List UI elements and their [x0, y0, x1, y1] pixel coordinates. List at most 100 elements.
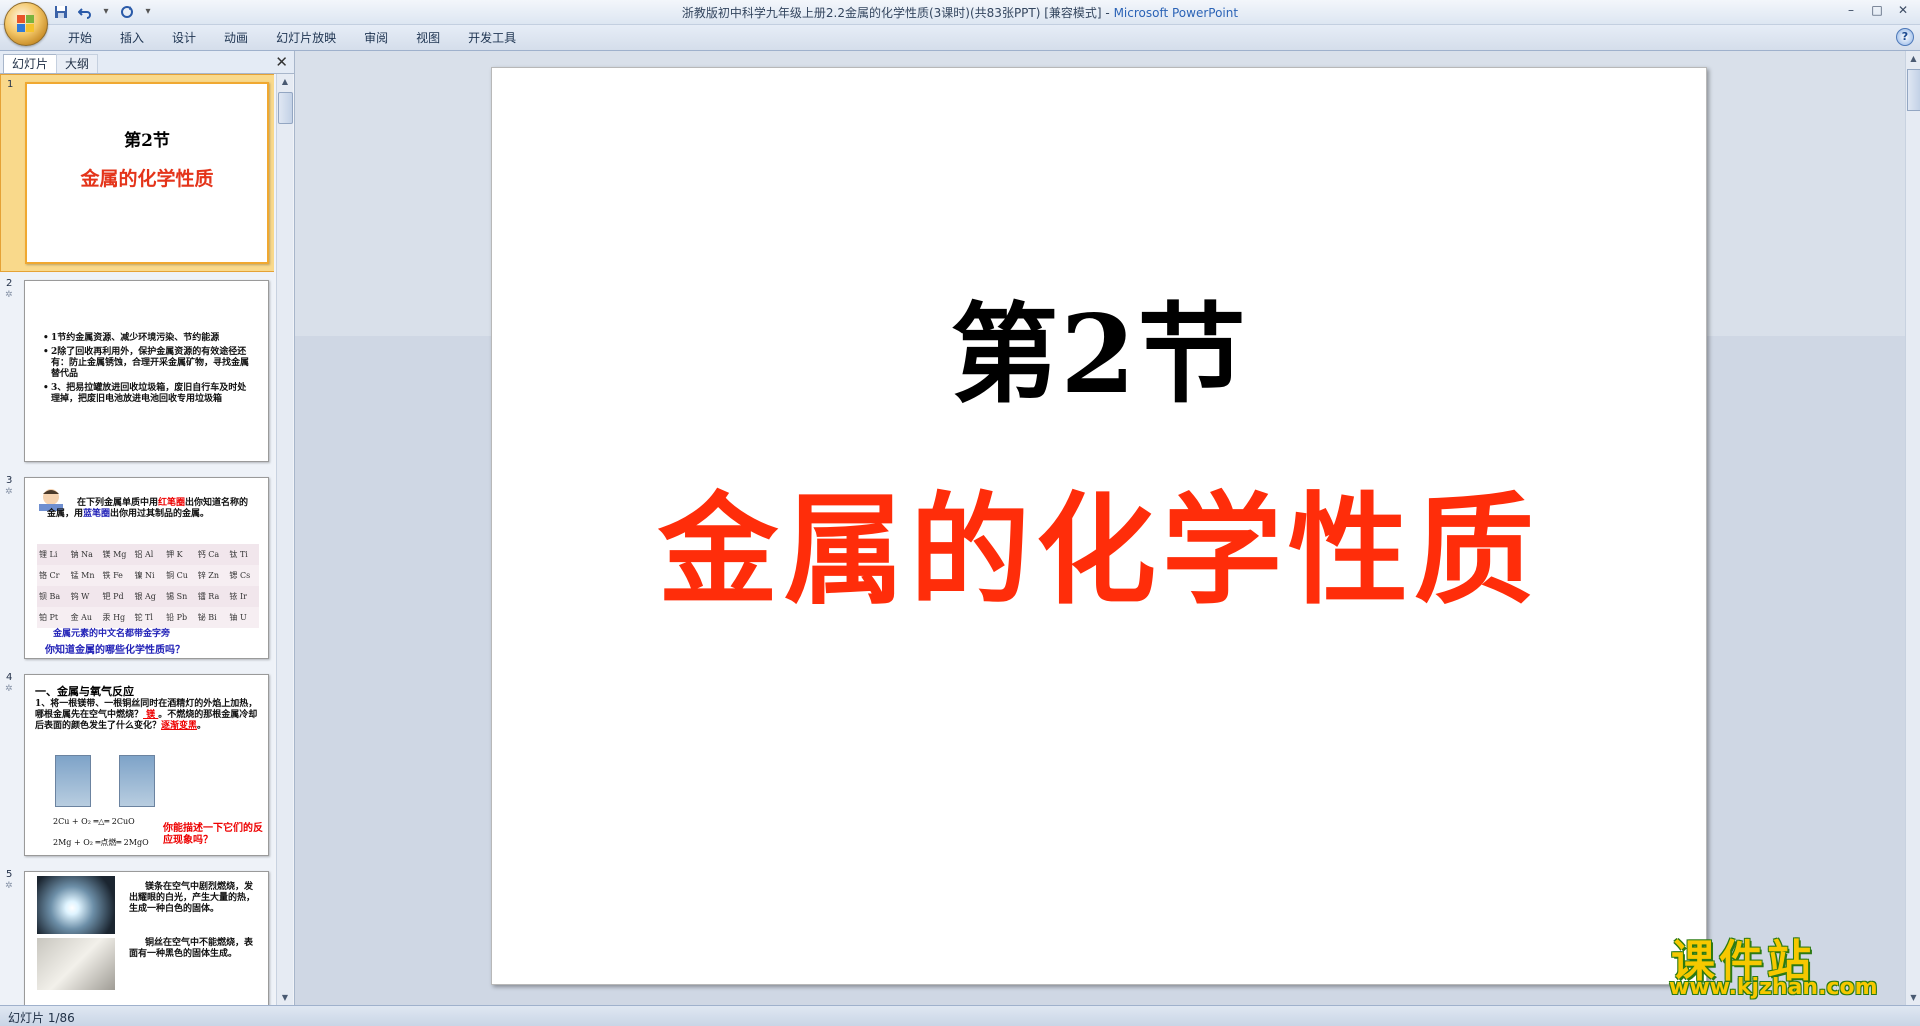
tab-slides[interactable]: 幻灯片: [3, 54, 58, 73]
app-name: Microsoft PowerPoint: [1113, 6, 1239, 20]
tab-developer[interactable]: 开发工具: [454, 29, 530, 47]
slide-thumbnail-1[interactable]: 1 第2节 金属的化学性质: [0, 74, 274, 272]
grid-cell: 锰 Mn: [68, 565, 101, 586]
tab-animations[interactable]: 动画: [210, 29, 262, 47]
office-logo-icon: [17, 15, 35, 33]
scroll-thumb[interactable]: [278, 92, 293, 124]
equation: 2Cu + O₂ ═△═ 2CuO: [53, 817, 135, 826]
grid-row: 锂 Li 钠 Na 镁 Mg 铝 Al 钾 K钙 Ca 钛 Ti: [37, 544, 259, 565]
thumb-text: 铜丝在空气中不能燃烧，表面有一种黑色的固体生成。: [129, 938, 254, 959]
thumb-bullet: 1节约金属资源、减少环境污染、节约能源: [43, 333, 254, 344]
thumb-heading: 一、金属与氧气反应: [35, 685, 134, 698]
grid-cell: 铝 Al: [132, 544, 165, 565]
slide-editor: 第2节 金属的化学性质: [295, 51, 1905, 1005]
grid-cell: 钛 Ti: [227, 544, 259, 565]
grid-cell: 钨 W: [68, 586, 101, 607]
title-bar: ▾ ▾ 浙教版初中科学九年级上册2.2金属的化学性质(3课时)(共83张PPT)…: [0, 0, 1920, 25]
intro-part: 出你用过其制品的金属。: [110, 509, 210, 519]
editor-scrollbar[interactable]: ▲ ▼: [1905, 51, 1920, 1005]
grid-cell: 铊 Tl: [132, 607, 165, 628]
minimize-button[interactable]: –: [1838, 0, 1864, 20]
close-button[interactable]: ✕: [1890, 0, 1916, 20]
experiment-photo: [119, 755, 155, 807]
question-text: 。: [197, 721, 207, 731]
grid-cell: 镁 Mg: [100, 544, 133, 565]
thumbnail-canvas: 镁条在空气中剧烈燃烧，发出耀眼的白光，产生大量的热，生成一种白色的固体。 铜丝在…: [24, 871, 269, 1005]
grid-cell: 钠 Na: [68, 544, 101, 565]
metal-grid: 锂 Li 钠 Na 镁 Mg 铝 Al 钾 K钙 Ca 钛 Ti 铬 Cr 锰 Mn 铁 Fe…: [37, 544, 259, 628]
grid-row: 钡 Ba 钨 W钯 Pd 银 Ag 锡 Sn 镭 Ra 铱 Ir: [37, 586, 259, 607]
slide-number: 2: [6, 278, 13, 289]
thumb-section: 第2节: [124, 131, 170, 151]
slide-thumbnail-5[interactable]: 5 ✲ 镁条在空气中剧烈燃烧，发出耀眼的白光，产生大量的热，生成一种白色的固体。…: [0, 865, 274, 1005]
status-bar: 幻灯片 1/86: [0, 1005, 1920, 1026]
answer-text: 逐渐变黑: [161, 721, 198, 731]
maximize-button[interactable]: □: [1864, 0, 1890, 20]
tab-insert[interactable]: 插入: [106, 29, 158, 47]
grid-cell: 钯 Pd: [100, 586, 133, 607]
tab-home[interactable]: 开始: [54, 29, 106, 47]
ribbon-tab-bar: 开始 插入 设计 动画 幻灯片放映 审阅 视图 开发工具 ?: [0, 25, 1920, 51]
current-slide[interactable]: 第2节 金属的化学性质: [491, 67, 1707, 985]
slide-thumbnails: 1 第2节 金属的化学性质 2 ✲ 1节约金属资源、减少环境污染、节约能源 2除…: [0, 74, 274, 1005]
grid-row: 铬 Cr 锰 Mn 铁 Fe 镍 Ni 铜 Cu 锌 Zn 锶 Cs: [37, 565, 259, 586]
grid-cell: 铜 Cu: [164, 565, 196, 586]
thumbnail-canvas: 1节约金属资源、减少环境污染、节约能源 2除了回收再利用外，保护金属资源的有效途…: [24, 280, 269, 462]
slide-number: 4: [6, 672, 13, 683]
thumbnail-canvas: 在下列金属单质中用红笔圈出你知道名称的金属，用蓝笔圈出你用过其制品的金属。 锂 …: [24, 477, 269, 659]
thumb-bullet: 3、把易拉罐放进回收垃圾箱，废旧自行车及时处理掉，把废旧电池放进电池回收专用垃圾…: [43, 383, 254, 405]
slide-section-heading[interactable]: 第2节: [492, 268, 1706, 424]
thumb-title: 金属的化学性质: [80, 168, 214, 190]
thumb-question: 你知道金属的哪些化学性质吗？: [45, 645, 185, 656]
thumbnail-scrollbar[interactable]: ▲ ▼: [276, 74, 293, 1005]
grid-cell: 锂 Li: [37, 544, 69, 565]
intro-red: 红笔圈: [158, 498, 186, 508]
grid-cell: 铱 Ir: [227, 586, 259, 607]
grid-cell: 锌 Zn: [195, 565, 228, 586]
tab-design[interactable]: 设计: [158, 29, 210, 47]
grid-cell: 锡 Sn: [164, 586, 196, 607]
slide-thumbnail-4[interactable]: 4 ✲ 一、金属与氧气反应 1、将一根镁带、一根铜丝同时在酒精灯的外焰上加热，哪…: [0, 668, 274, 860]
scroll-down-icon[interactable]: ▼: [277, 990, 293, 1005]
slide-counter: 幻灯片 1/86: [8, 1011, 75, 1025]
thumb-text: 镁条在空气中剧烈燃烧，发出耀眼的白光，产生大量的热，生成一种白色的固体。: [129, 882, 256, 914]
transition-icon: ✲: [5, 684, 13, 694]
slide-thumbnail-2[interactable]: 2 ✲ 1节约金属资源、减少环境污染、节约能源 2除了回收再利用外，保护金属资源…: [0, 274, 274, 466]
slide-number: 1: [7, 79, 14, 90]
title-separator: -: [1101, 6, 1114, 20]
grid-cell: 镍 Ni: [132, 565, 165, 586]
thumb-bullet-list: 1节约金属资源、减少环境污染、节约能源 2除了回收再利用外，保护金属资源的有效途…: [43, 333, 254, 408]
help-icon[interactable]: ?: [1896, 28, 1914, 46]
equation: 2Mg + O₂ ═点燃═ 2MgO: [53, 838, 149, 847]
scroll-up-icon[interactable]: ▲: [277, 74, 293, 89]
grid-cell: 钡 Ba: [37, 586, 69, 607]
transition-icon: ✲: [5, 487, 13, 497]
grid-cell: 银 Ag: [132, 586, 165, 607]
tab-slide-show[interactable]: 幻灯片放映: [262, 29, 350, 47]
grid-cell: 锶 Cs: [227, 565, 259, 586]
office-button[interactable]: [4, 2, 48, 46]
grid-row: 铂 Pt 金 Au 汞 Hg 铊 Tl 铅 Pb 铋 Bi 铀 U: [37, 607, 259, 628]
thumb-note: 金属元素的中文名都带金字旁: [53, 629, 171, 639]
slide-number: 3: [6, 475, 13, 486]
window-title: 浙教版初中科学九年级上册2.2金属的化学性质(3课时)(共83张PPT) [兼容…: [0, 4, 1920, 21]
scroll-thumb[interactable]: [1907, 69, 1920, 111]
tab-view[interactable]: 视图: [402, 29, 454, 47]
slide-thumbnail-3[interactable]: 3 ✲ 在下列金属单质中用红笔圈出你知道名称的金属，用蓝笔圈出你用过其制品的金属…: [0, 471, 274, 663]
document-title: 浙教版初中科学九年级上册2.2金属的化学性质(3课时)(共83张PPT) [兼容…: [681, 6, 1102, 20]
slide-title[interactable]: 金属的化学性质: [492, 453, 1706, 627]
grid-cell: 钾 K: [164, 544, 196, 565]
grid-cell: 铁 Fe: [100, 565, 133, 586]
tab-outline[interactable]: 大纲: [56, 54, 99, 73]
panel-close-icon[interactable]: ✕: [275, 53, 288, 71]
experiment-photo: [55, 755, 91, 807]
transition-icon: ✲: [5, 881, 13, 891]
intro-part: 在下列金属单质中用: [77, 498, 159, 508]
grid-cell: 铬 Cr: [37, 565, 69, 586]
transition-icon: ✲: [5, 290, 13, 300]
grid-cell: 钙 Ca: [195, 544, 228, 565]
tab-review[interactable]: 审阅: [350, 29, 402, 47]
magnesium-burning-photo: [37, 876, 115, 934]
grid-cell: 铂 Pt: [37, 607, 69, 628]
scroll-up-icon[interactable]: ▲: [1906, 51, 1920, 66]
